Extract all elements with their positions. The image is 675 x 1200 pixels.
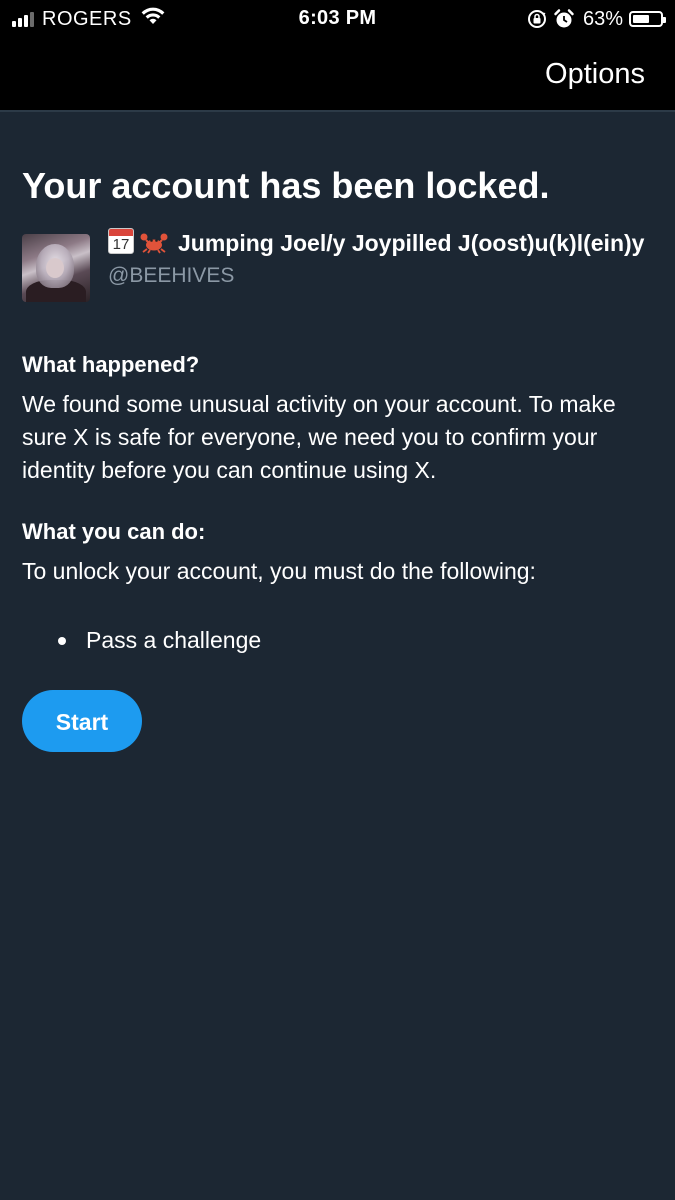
requirements-list: Pass a challenge [22,624,652,656]
list-item-label: Pass a challenge [86,627,262,653]
navigation-bar: Options [0,38,675,112]
calendar-day: 17 [112,236,130,253]
avatar [22,234,90,302]
main-content: Your account has been locked. 17 Jumping… [22,112,652,752]
crab-emoji-icon [140,230,168,254]
account-info: 17 Jumping Joel/y Joypilled J(oost)u(k)l… [108,228,648,291]
battery-percentage: 63% [582,7,623,30]
account-card: 17 Jumping Joel/y Joypilled J(oost)u(k)l… [22,228,652,318]
calendar-emoji-icon: 17 [108,228,134,254]
display-name-row: 17 Jumping Joel/y Joypilled J(oost)u(k)l… [108,228,648,259]
start-button[interactable]: Start [22,690,142,752]
bullet-icon [58,637,66,645]
list-item: Pass a challenge [22,624,652,656]
status-bar: ROGERS 6:03 PM 63% [0,0,675,38]
what-you-can-do-text: To unlock your account, you must do the … [22,558,536,584]
battery-icon [629,11,666,27]
display-name: Jumping Joel/y Joypilled J(oost)u(k)l(ei… [178,230,645,256]
status-bar-right: 63% [521,7,666,31]
page-title: Your account has been locked. [22,165,550,206]
what-happened-heading: What happened? [22,352,200,377]
options-button[interactable]: Options [545,58,645,91]
account-handle: @BEEHIVES [108,264,235,287]
alarm-icon [553,8,575,30]
what-you-can-do-heading: What you can do: [22,519,206,544]
orientation-lock-icon [527,9,547,29]
what-happened-text: We found some unusual activity on your a… [22,391,616,483]
